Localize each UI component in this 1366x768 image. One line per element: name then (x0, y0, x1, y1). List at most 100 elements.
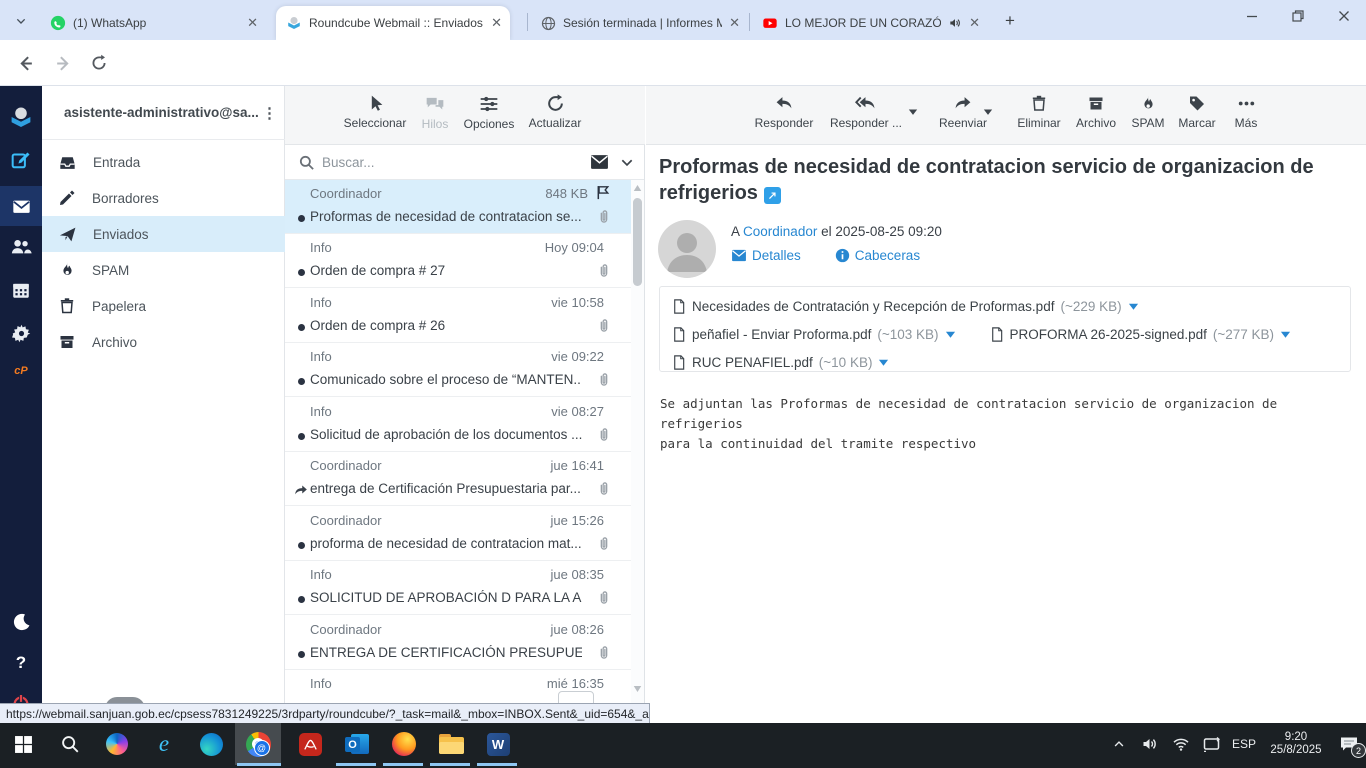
tray-chevron-icon[interactable] (1108, 733, 1130, 755)
attachment-item[interactable]: peñafiel - Enviar Proforma.pdf (~103 KB) (672, 326, 956, 343)
taskbar-word-icon[interactable]: W (475, 723, 521, 765)
taskbar-explorer-icon[interactable] (428, 723, 474, 765)
message-subject-title: Proformas de necesidad de contratacion s… (659, 156, 1314, 204)
search-input[interactable] (322, 150, 582, 174)
start-button[interactable] (0, 723, 46, 765)
volume-icon[interactable] (1139, 733, 1161, 755)
new-tab-button[interactable]: + (998, 9, 1022, 33)
logout-icon[interactable] (0, 684, 42, 703)
scrollbar-thumb[interactable] (633, 198, 642, 286)
wifi-icon[interactable] (1170, 733, 1192, 755)
taskbar-edge-icon[interactable] (188, 723, 234, 765)
forward-button-mail[interactable]: Reenviar (925, 94, 1001, 140)
dark-mode-icon[interactable] (0, 603, 42, 641)
clock[interactable]: 9:20 25/8/2025 (1265, 731, 1327, 757)
whatsapp-icon (50, 15, 66, 31)
flag-icon[interactable] (595, 184, 612, 201)
search-scope-envelope-icon[interactable] (590, 154, 609, 170)
attachment-item[interactable]: Necesidades de Contratación y Recepción … (672, 298, 1139, 315)
window-restore-button[interactable] (1276, 0, 1320, 32)
tab-session[interactable]: Sesión terminada | Informes Me ✕ (530, 6, 748, 40)
taskbar-outlook-icon[interactable]: O (334, 723, 380, 765)
options-button[interactable]: Opciones (451, 94, 527, 140)
details-toggle[interactable]: Detalles (731, 248, 801, 263)
page-size-box-partial[interactable] (558, 691, 594, 703)
tab-separator (749, 13, 750, 31)
message-row[interactable]: Info vie 08:27 Solicitud de aprobación d… (285, 398, 632, 452)
scroll-down-icon[interactable] (633, 685, 642, 693)
message-size: 848 KB (545, 186, 588, 201)
reload-button[interactable] (88, 52, 110, 74)
notifications-icon[interactable]: 2 (1336, 732, 1366, 758)
attachment-item[interactable]: RUC PENAFIEL.pdf (~10 KB) (672, 354, 889, 371)
message-row[interactable]: Info vie 09:22 Comunicado sobre el proce… (285, 343, 632, 397)
tab-close-icon[interactable]: ✕ (969, 15, 980, 31)
link-status-bar: https://webmail.sanjuan.gob.ec/cpsess783… (0, 703, 650, 723)
mail-icon[interactable] (0, 187, 42, 225)
headers-toggle[interactable]: Cabeceras (835, 248, 920, 263)
tab-search-button[interactable] (8, 8, 34, 34)
message-row[interactable]: Coordinador jue 16:41 entrega de Certifi… (285, 452, 632, 506)
search-options-chevron-icon[interactable] (620, 157, 634, 169)
account-header[interactable]: asistente-administrativo@sa... ⋮ (42, 86, 285, 140)
tab-whatsapp[interactable]: (1) WhatsApp ✕ (40, 6, 266, 40)
message-subject: Solicitud de aprobación de los documento… (310, 427, 582, 442)
chrome-profile-badge: @ (253, 739, 270, 756)
tab-close-icon[interactable]: ✕ (729, 15, 740, 31)
attachment-item[interactable]: PROFORMA 26-2025-signed.pdf (~277 KB) (990, 326, 1292, 343)
tab-close-icon[interactable]: ✕ (491, 15, 502, 31)
tab-youtube[interactable]: LO MEJOR DE UN CORAZÓ ✕ (752, 6, 988, 40)
taskbar-chrome-icon[interactable]: @ (235, 723, 281, 765)
message-row[interactable]: Info Hoy 09:04 Orden de compra # 27 (285, 234, 632, 288)
attachment-menu-caret-icon (945, 331, 955, 338)
language-indicator[interactable]: ESP (1232, 737, 1256, 751)
message-row[interactable]: Info vie 10:58 Orden de compra # 26 (285, 289, 632, 343)
flame-icon (63, 262, 72, 275)
forward-icon (955, 97, 971, 109)
taskbar-acrobat-icon[interactable] (287, 723, 333, 765)
reply-button[interactable]: Responder (746, 94, 822, 140)
refresh-button[interactable]: Actualizar (517, 94, 593, 140)
contacts-icon[interactable] (0, 228, 42, 266)
taskbar-ie-icon[interactable]: e (141, 723, 187, 765)
forward-caret-icon[interactable] (983, 108, 993, 116)
sidebar-item-papelera[interactable]: Papelera (42, 288, 285, 324)
sidebar-item-entrada[interactable]: Entrada (42, 144, 285, 180)
taskbar-copilot-icon[interactable] (94, 723, 140, 765)
info-icon (835, 248, 849, 263)
reply-all-button[interactable]: Responder ... (828, 94, 904, 140)
message-row[interactable]: Coordinador jue 08:26 ENTREGA DE CERTIFI… (285, 616, 632, 670)
help-icon[interactable]: ? (0, 644, 42, 682)
tab-roundcube[interactable]: Roundcube Webmail :: Enviados ✕ (276, 6, 510, 40)
settings-icon[interactable] (0, 314, 42, 352)
open-in-new-window-icon[interactable] (763, 187, 781, 204)
forward-button[interactable] (52, 52, 74, 74)
list-scrollbar[interactable] (631, 180, 644, 703)
message-row[interactable]: Coordinador 848 KB Proformas de necesida… (285, 180, 632, 234)
sidebar-item-archivo[interactable]: Archivo (42, 324, 285, 360)
scroll-up-icon[interactable] (633, 184, 642, 192)
tab-audio-icon[interactable] (948, 16, 962, 30)
sidebar-item-borradores[interactable]: Borradores (42, 180, 285, 216)
cpanel-icon[interactable]: cP (0, 352, 42, 390)
display-connect-icon[interactable] (1201, 733, 1223, 755)
tab-close-icon[interactable]: ✕ (247, 15, 258, 31)
sidebar-item-enviados[interactable]: Enviados (42, 216, 285, 252)
sidebar-item-spam[interactable]: SPAM (42, 252, 285, 288)
reply-all-caret-icon[interactable] (908, 108, 918, 116)
message-row[interactable]: Info jue 08:35 SOLICITUD DE APROBACIÓN D… (285, 561, 632, 615)
back-button[interactable] (14, 52, 36, 74)
tab-title: LO MEJOR DE UN CORAZÓ (785, 16, 942, 30)
window-close-button[interactable] (1322, 0, 1366, 32)
calendar-icon[interactable] (0, 271, 42, 309)
compose-icon[interactable] (0, 141, 42, 179)
message-row[interactable]: Coordinador jue 15:26 proforma de necesi… (285, 507, 632, 561)
message-subject: Proformas de necesidad de contratacion s… (310, 209, 582, 224)
window-minimize-button[interactable] (1230, 0, 1274, 32)
taskbar-search-icon[interactable] (47, 723, 93, 765)
more-button[interactable]: Más (1208, 94, 1284, 140)
recipient-link[interactable]: Coordinador (743, 224, 817, 239)
account-menu-icon[interactable]: ⋮ (262, 104, 277, 122)
taskbar-firefox-icon[interactable] (381, 723, 427, 765)
system-tray: ESP 9:20 25/8/2025 2 (1108, 723, 1366, 765)
